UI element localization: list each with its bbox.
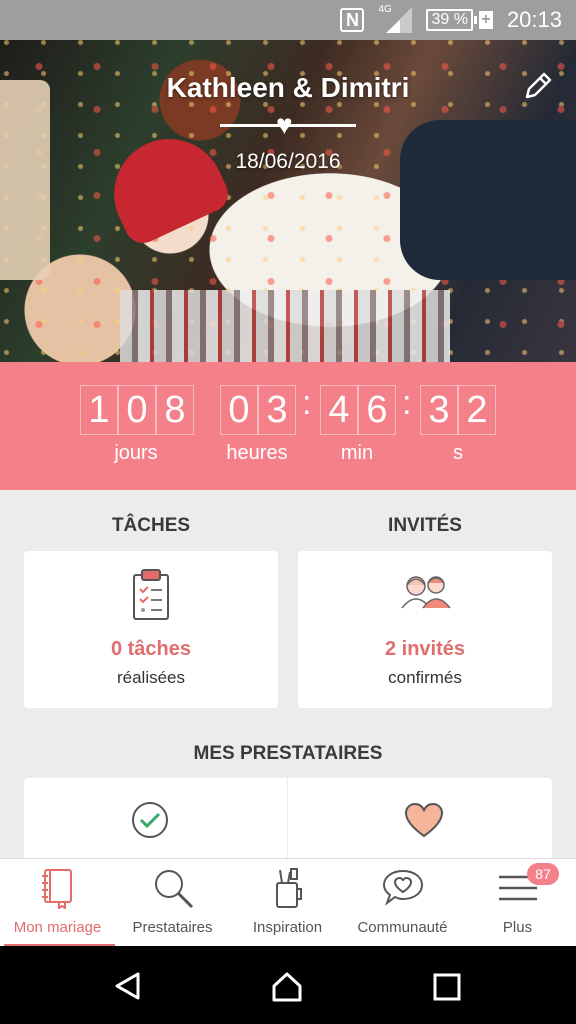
clipboard-icon — [133, 569, 169, 620]
status-bar: N 4G 39 % + 20:13 — [0, 0, 576, 40]
nav-community[interactable]: Communauté — [345, 859, 460, 947]
guests-count: 2 invités — [384, 638, 466, 660]
heart-icon — [404, 802, 444, 838]
countdown-colon: : — [302, 384, 312, 422]
tasks-card[interactable]: 0 tâches réalisées — [24, 551, 278, 708]
couple-names: Kathleen & Dimitri — [166, 72, 410, 103]
nav-inspiration[interactable]: Inspiration — [230, 859, 345, 947]
nav-label: Inspiration — [252, 919, 323, 936]
nav-label: Communauté — [357, 919, 448, 936]
countdown-digit: 6 — [358, 385, 396, 435]
countdown-digit: 0 — [220, 385, 258, 435]
nav-vendors[interactable]: Prestataires — [115, 859, 230, 947]
check-circle-icon — [132, 802, 168, 838]
recents-icon[interactable] — [432, 972, 462, 1002]
battery-icon: 39 % + — [426, 9, 493, 31]
home-icon[interactable] — [270, 970, 304, 1004]
tasks-title: TÂCHES — [111, 515, 191, 536]
countdown-digit: 3 — [420, 385, 458, 435]
network-label: 4G — [378, 4, 392, 15]
nav-my-wedding[interactable]: Mon mariage — [0, 859, 115, 947]
countdown-digit: 3 — [258, 385, 296, 435]
heart-divider: ♥ — [220, 111, 356, 139]
countdown: 1 0 8 0 3 : 4 6 : 3 2 jours heures min s — [0, 362, 576, 490]
chat-heart-icon — [382, 869, 424, 906]
notebook-icon — [42, 869, 72, 909]
back-icon[interactable] — [112, 970, 144, 1002]
search-icon — [155, 870, 194, 909]
countdown-digit: 1 — [80, 385, 118, 435]
favorite-vendors-card[interactable] — [288, 778, 552, 860]
pencil-cup-icon — [276, 868, 302, 908]
countdown-colon: : — [402, 384, 412, 422]
edit-button[interactable] — [522, 70, 554, 102]
pencil-icon — [525, 72, 552, 99]
days-label: jours — [114, 442, 158, 464]
clock: 20:13 — [506, 7, 562, 32]
system-nav-bar — [0, 946, 576, 1024]
nav-label: Prestataires — [132, 919, 213, 936]
notification-badge: 87 — [527, 863, 559, 885]
countdown-digit: 2 — [458, 385, 496, 435]
guests-caption: confirmés — [388, 668, 462, 687]
signal-icon: 4G — [378, 4, 413, 33]
seconds-label: s — [453, 442, 463, 464]
booked-vendors-card[interactable] — [24, 778, 287, 860]
vendors-title: MES PRESTATAIRES — [193, 743, 383, 764]
countdown-digit: 0 — [118, 385, 156, 435]
heart-icon: ♥ — [276, 109, 293, 140]
wedding-date: 18/06/2016 — [235, 150, 341, 173]
nav-label: Plus — [502, 919, 533, 936]
countdown-digit: 8 — [156, 385, 194, 435]
guests-icon — [401, 576, 451, 609]
bottom-navigation: Mon mariage Prestataires Inspiration Com… — [0, 858, 576, 947]
tasks-caption: réalisées — [116, 668, 186, 687]
guests-card[interactable]: 2 invités confirmés — [298, 551, 552, 708]
countdown-digit: 4 — [320, 385, 358, 435]
nav-label: Mon mariage — [13, 919, 102, 936]
nfc-icon: N — [340, 8, 365, 32]
guests-title: INVITÉS — [388, 515, 462, 536]
battery-level: 39 % — [431, 11, 468, 28]
tasks-count: 0 tâches — [110, 638, 192, 660]
